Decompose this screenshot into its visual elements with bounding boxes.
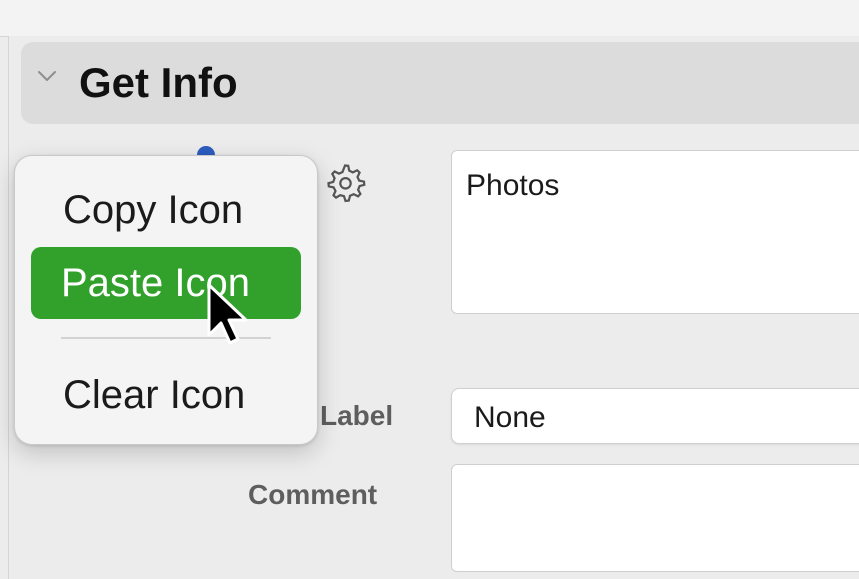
label-select[interactable]: None <box>451 388 859 444</box>
name-field-value: Photos <box>466 169 560 202</box>
gear-icon[interactable] <box>323 161 367 205</box>
menu-item-clear-icon[interactable]: Clear Icon <box>31 359 301 431</box>
name-field[interactable]: Photos <box>451 150 859 314</box>
label-field-label: Label <box>320 400 394 431</box>
section-header[interactable]: Get Info <box>21 42 859 124</box>
icon-context-menu: Copy Icon Paste Icon Clear Icon <box>14 155 318 445</box>
comment-field-label: Comment <box>248 479 378 510</box>
label-select-value: None <box>474 401 546 434</box>
top-strip <box>0 0 859 37</box>
cursor-arrow-icon <box>207 283 248 345</box>
menu-item-paste-icon[interactable]: Paste Icon <box>31 247 301 319</box>
section-title: Get Info <box>79 59 238 106</box>
comment-field[interactable] <box>451 464 859 572</box>
menu-item-copy-icon[interactable]: Copy Icon <box>31 174 301 246</box>
chevron-down-icon[interactable] <box>35 64 59 88</box>
